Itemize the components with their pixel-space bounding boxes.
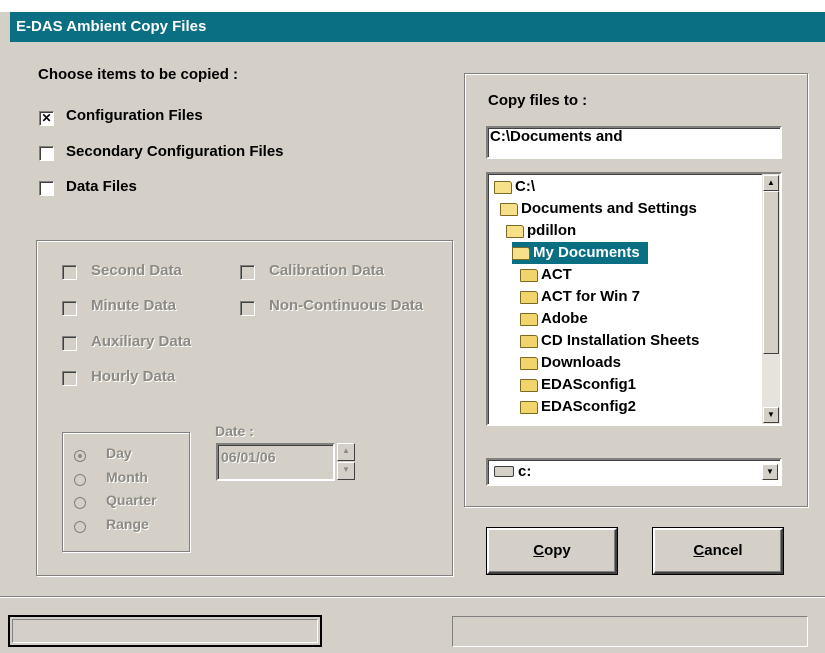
data-files-checkbox[interactable] — [39, 181, 54, 196]
date-input[interactable]: 06/01/06 — [216, 443, 335, 481]
copy-label-rest: opy — [544, 542, 571, 559]
title-bar: E-DAS Ambient Copy Files — [10, 12, 825, 42]
tree-item[interactable]: Documents and Settings — [500, 198, 697, 220]
tree-item[interactable]: EDASconfig2 — [520, 396, 636, 418]
tree-item-label: Downloads — [541, 354, 622, 371]
folder-icon — [520, 400, 538, 414]
choose-heading: Choose items to be copied : — [38, 66, 239, 83]
second-data-checkbox[interactable] — [62, 265, 77, 280]
copy-to-heading: Copy files to : — [488, 92, 588, 109]
destination-path-field[interactable]: C:\Documents and — [486, 126, 782, 159]
folder-tree-items: C:\ Documents and Settings pdillon My Docum… — [488, 174, 764, 424]
hourly-data-label: Hourly Data — [91, 368, 176, 385]
scroll-up-button[interactable]: ▲ — [763, 175, 779, 191]
data-files-label[interactable]: Data Files — [66, 178, 137, 195]
day-radio[interactable] — [74, 450, 86, 462]
status-divider-highlight — [0, 597, 825, 598]
folder-icon — [520, 312, 538, 326]
range-label: Range — [106, 516, 149, 532]
tree-item[interactable]: EDASconfig1 — [520, 374, 636, 396]
tree-item[interactable]: C:\ — [494, 176, 535, 198]
folder-icon — [520, 378, 538, 392]
date-down-button[interactable]: ▼ — [337, 462, 355, 480]
cancel-button[interactable]: Cancel — [652, 527, 784, 575]
month-label: Month — [106, 469, 148, 485]
tree-item-label: EDASconfig2 — [541, 398, 637, 415]
tree-item-label: My Documents — [533, 244, 640, 261]
config-files-label[interactable]: Configuration Files — [66, 107, 203, 124]
secondary-config-label[interactable]: Secondary Configuration Files — [66, 143, 284, 160]
tree-item[interactable]: My Documents — [512, 242, 648, 264]
quarter-label: Quarter — [106, 492, 157, 508]
tree-item[interactable]: ACT — [520, 264, 572, 286]
quarter-radio[interactable] — [74, 497, 86, 509]
open-folder-icon — [500, 202, 518, 216]
window-title: E-DAS Ambient Copy Files — [16, 18, 207, 35]
folder-tree[interactable]: C:\ Documents and Settings pdillon My Docum… — [486, 172, 782, 426]
folder-icon — [520, 290, 538, 304]
day-label: Day — [106, 445, 132, 461]
non-continuous-data-label: Non-Continuous Data — [269, 297, 424, 314]
second-data-label: Second Data — [91, 262, 182, 279]
calibration-data-label: Calibration Data — [269, 262, 385, 279]
progress-bar — [8, 615, 322, 647]
date-value: 06/01/06 — [221, 449, 276, 465]
minute-data-checkbox[interactable] — [62, 301, 77, 316]
folder-icon — [520, 268, 538, 282]
auxiliary-data-label: Auxiliary Data — [91, 333, 192, 350]
destination-path-clip — [490, 146, 610, 148]
drive-icon — [494, 466, 514, 477]
window-top-border — [0, 0, 825, 12]
drive-dropdown-button[interactable]: ▼ — [762, 464, 778, 480]
progress-track — [12, 619, 318, 643]
destination-path-text: C:\Documents and — [490, 128, 623, 145]
tree-item-label: ACT for Win 7 — [541, 288, 641, 305]
open-folder-icon — [512, 246, 530, 260]
tree-item[interactable]: Downloads — [520, 352, 621, 374]
drive-value: c: — [518, 463, 532, 480]
scroll-thumb[interactable] — [763, 191, 779, 354]
tree-scrollbar[interactable]: ▲ ▼ — [762, 174, 780, 424]
open-folder-icon — [506, 224, 524, 238]
tree-item[interactable]: CD Installation Sheets — [520, 330, 699, 352]
folder-icon — [520, 356, 538, 370]
tree-item-label: pdillon — [527, 222, 577, 239]
drive-select[interactable]: c: ▼ — [486, 458, 782, 486]
tree-item-label: CD Installation Sheets — [541, 332, 700, 349]
cancel-label-rest: ancel — [704, 542, 743, 559]
copy-mnemonic: C — [533, 542, 545, 559]
status-panel — [452, 616, 808, 647]
open-folder-icon — [494, 180, 512, 194]
tree-item-label: ACT — [541, 266, 572, 283]
date-label: Date : — [215, 423, 254, 439]
copy-button[interactable]: Copy — [486, 527, 618, 575]
tree-item-label: Documents and Settings — [521, 200, 697, 217]
tree-item[interactable]: Adobe — [520, 308, 588, 330]
cancel-mnemonic: C — [693, 542, 705, 559]
minute-data-label: Minute Data — [91, 297, 177, 314]
config-files-checkbox[interactable]: ✕ — [39, 111, 54, 126]
date-up-button[interactable]: ▲ — [337, 443, 355, 461]
tree-item-label: EDASconfig1 — [541, 376, 637, 393]
folder-icon — [520, 334, 538, 348]
month-radio[interactable] — [74, 474, 86, 486]
non-continuous-data-checkbox[interactable] — [240, 301, 255, 316]
secondary-config-checkbox[interactable] — [39, 146, 54, 161]
tree-item-label: C:\ — [515, 178, 535, 195]
calibration-data-checkbox[interactable] — [240, 265, 255, 280]
range-radio[interactable] — [74, 521, 86, 533]
auxiliary-data-checkbox[interactable] — [62, 336, 77, 351]
tree-item[interactable]: pdillon — [506, 220, 576, 242]
scroll-down-button[interactable]: ▼ — [763, 407, 779, 423]
tree-item[interactable]: ACT for Win 7 — [520, 286, 640, 308]
hourly-data-checkbox[interactable] — [62, 371, 77, 386]
tree-item-label: Adobe — [541, 310, 588, 327]
